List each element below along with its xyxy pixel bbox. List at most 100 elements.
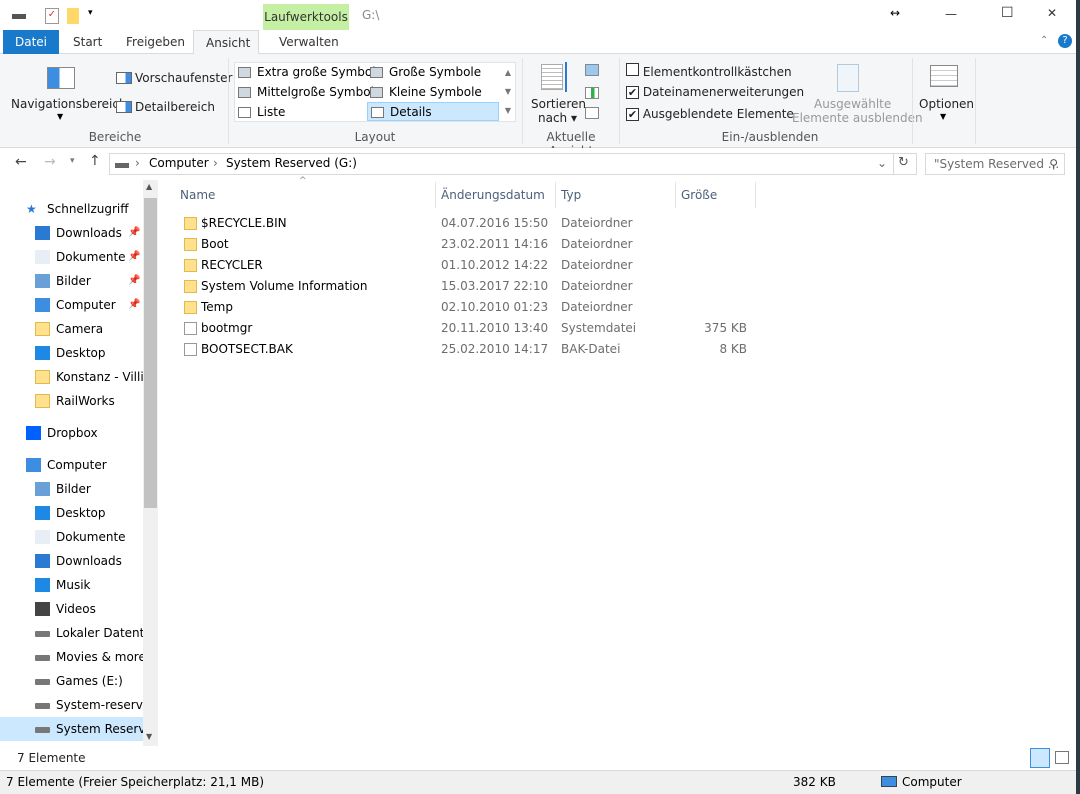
help-icon[interactable]: ?: [1058, 34, 1072, 48]
column-header-type[interactable]: Typ: [561, 180, 581, 210]
nav-item[interactable]: Camera: [0, 317, 143, 341]
nav-item[interactable]: Desktop: [0, 341, 143, 365]
search-input[interactable]: "System Reserved ... ⚲: [925, 153, 1065, 175]
nav-item[interactable]: Musik: [0, 573, 143, 597]
close-button[interactable]: ✕: [1047, 6, 1057, 20]
column-divider[interactable]: [435, 182, 436, 208]
checkbox-checked[interactable]: ✔: [626, 86, 639, 99]
group-label-bereiche: Bereiche: [88, 130, 142, 144]
nav-item[interactable]: Bilder: [0, 477, 143, 501]
tab-ansicht[interactable]: Ansicht: [193, 30, 259, 55]
customize-quick-access-icon[interactable]: ▾: [88, 8, 93, 24]
tab-datei[interactable]: Datei: [3, 30, 59, 54]
address-bar[interactable]: › Computer › System Reserved (G:) ⌄ ↻: [109, 153, 917, 175]
group-by-icon[interactable]: [585, 64, 599, 76]
sortieren-nach-button[interactable]: nach ▾: [538, 111, 577, 125]
layout-extra-large-icons[interactable]: Extra große Symbole: [235, 63, 383, 82]
file-row[interactable]: BOOTSECT.BAK 25.02.2010 14:17 BAK-Datei 8 K…: [176, 339, 756, 360]
layout-details[interactable]: Details: [367, 102, 499, 121]
nav-item[interactable]: Videos: [0, 597, 143, 621]
nav-item-label: Desktop: [56, 346, 106, 360]
file-name: bootmgr: [201, 321, 253, 335]
nav-item[interactable]: Dropbox: [0, 421, 143, 445]
scroll-down-icon[interactable]: ▼: [146, 732, 152, 741]
add-columns-icon[interactable]: [585, 87, 599, 99]
vorschaufenster-button[interactable]: Vorschaufenster: [135, 71, 232, 85]
back-button[interactable]: ←: [15, 154, 27, 170]
file-row[interactable]: System Volume Information 15.03.2017 22:1…: [176, 276, 756, 297]
maximize-button[interactable]: ☐: [1001, 5, 1014, 21]
address-dropdown-icon[interactable]: ⌄: [877, 156, 887, 170]
scroll-up-icon[interactable]: ▲: [146, 182, 152, 191]
file-row[interactable]: RECYCLER 01.10.2012 14:22 Dateiordner: [176, 255, 756, 276]
file-row[interactable]: bootmgr 20.11.2010 13:40 Systemdatei 375 KB: [176, 318, 756, 339]
checkbox[interactable]: [626, 63, 639, 76]
nav-item[interactable]: Lokaler Datenträ: [0, 621, 143, 645]
hide-selected-button-line1[interactable]: Ausgewählte: [814, 97, 891, 111]
checkbox-ausgeblendete-elemente[interactable]: ✔ Ausgeblendete Elemente: [626, 107, 794, 121]
navigation-pane-icon: [47, 67, 75, 89]
nav-item[interactable]: Movies & more: [0, 645, 143, 669]
file-name: RECYCLER: [201, 258, 263, 272]
column-header-name[interactable]: Name: [180, 180, 215, 210]
column-header-date[interactable]: Änderungsdatum: [441, 180, 545, 210]
nav-item[interactable]: Games (E:): [0, 669, 143, 693]
tab-freigeben[interactable]: Freigeben: [114, 30, 197, 54]
checkbox-elementkontrollkaestchen[interactable]: Elementkontrollkästchen: [626, 63, 792, 79]
column-divider[interactable]: [755, 182, 756, 208]
navigationsbereich-button[interactable]: Navigationsbereich: [11, 97, 127, 111]
breadcrumb-computer[interactable]: Computer: [149, 156, 209, 170]
size-columns-icon[interactable]: [585, 107, 599, 119]
file-row[interactable]: $RECYCLE.BIN 04.07.2016 15:50 Dateiordner: [176, 213, 756, 234]
gallery-scroll[interactable]: ▲ ▼ ▼: [501, 63, 515, 121]
small-icons-icon: [370, 87, 383, 98]
layout-large-icons[interactable]: Große Symbole: [367, 63, 481, 82]
nav-item[interactable]: System Reservec: [0, 717, 143, 741]
medium-icons-icon: [238, 87, 251, 98]
collapse-ribbon-icon[interactable]: ⌃: [1040, 35, 1048, 46]
nav-item[interactable]: Computer: [0, 453, 143, 477]
ribbon: Navigationsbereich ▼ Vorschaufenster Det…: [0, 54, 1080, 158]
nav-item[interactable]: Downloads: [0, 549, 143, 573]
nav-item[interactable]: RailWorks: [0, 389, 143, 413]
nav-item[interactable]: System-reservier: [0, 693, 143, 717]
breadcrumb-drive[interactable]: System Reserved (G:): [226, 156, 357, 170]
pin-icon: 📌: [128, 299, 141, 310]
file-row[interactable]: Temp 02.10.2010 01:23 Dateiordner: [176, 297, 756, 318]
details-view-button[interactable]: [1030, 748, 1050, 768]
layout-medium-icons[interactable]: Mittelgroße Symbole: [235, 83, 381, 102]
checkbox-dateinamenerweiterungen[interactable]: ✔ Dateinamenerweiterungen: [626, 85, 804, 99]
new-folder-icon[interactable]: [67, 8, 79, 24]
column-divider[interactable]: [675, 182, 676, 208]
minimize-button[interactable]: —: [945, 7, 957, 21]
column-divider[interactable]: [555, 182, 556, 208]
nav-item[interactable]: Bilder 📌: [0, 269, 143, 293]
nav-item[interactable]: Downloads 📌: [0, 221, 143, 245]
refresh-icon[interactable]: ↻: [898, 155, 909, 170]
nav-item[interactable]: Konstanz - Villin: [0, 365, 143, 389]
tab-start[interactable]: Start: [61, 30, 114, 54]
nav-item[interactable]: Computer 📌: [0, 293, 143, 317]
up-button[interactable]: ↑: [89, 153, 101, 169]
nav-item[interactable]: ★ Schnellzugriff: [0, 197, 143, 221]
file-type: Dateiordner: [561, 300, 633, 314]
nav-item[interactable]: Dokumente 📌: [0, 245, 143, 269]
properties-icon[interactable]: ✓: [45, 8, 59, 24]
detailbereich-button[interactable]: Detailbereich: [135, 100, 215, 114]
nav-item[interactable]: Desktop: [0, 501, 143, 525]
forward-button[interactable]: →: [44, 154, 56, 170]
nav-item[interactable]: Dokumente: [0, 525, 143, 549]
large-icons-view-button[interactable]: [1055, 751, 1069, 764]
hide-selected-button-line2[interactable]: Elemente ausblenden: [792, 111, 923, 125]
nav-scrollbar-thumb[interactable]: [144, 198, 157, 508]
folder-icon: [184, 238, 197, 251]
checkbox-checked[interactable]: ✔: [626, 108, 639, 121]
layout-list[interactable]: Liste: [235, 103, 285, 122]
tab-verwalten[interactable]: Verwalten: [267, 30, 351, 54]
layout-small-icons[interactable]: Kleine Symbole: [367, 83, 482, 102]
sortieren-button[interactable]: Sortieren: [531, 97, 586, 111]
file-row[interactable]: Boot 23.02.2011 14:16 Dateiordner: [176, 234, 756, 255]
recent-locations-icon[interactable]: ▾: [70, 156, 75, 166]
optionen-button[interactable]: Optionen: [919, 97, 974, 111]
column-header-size[interactable]: Größe: [681, 180, 717, 210]
